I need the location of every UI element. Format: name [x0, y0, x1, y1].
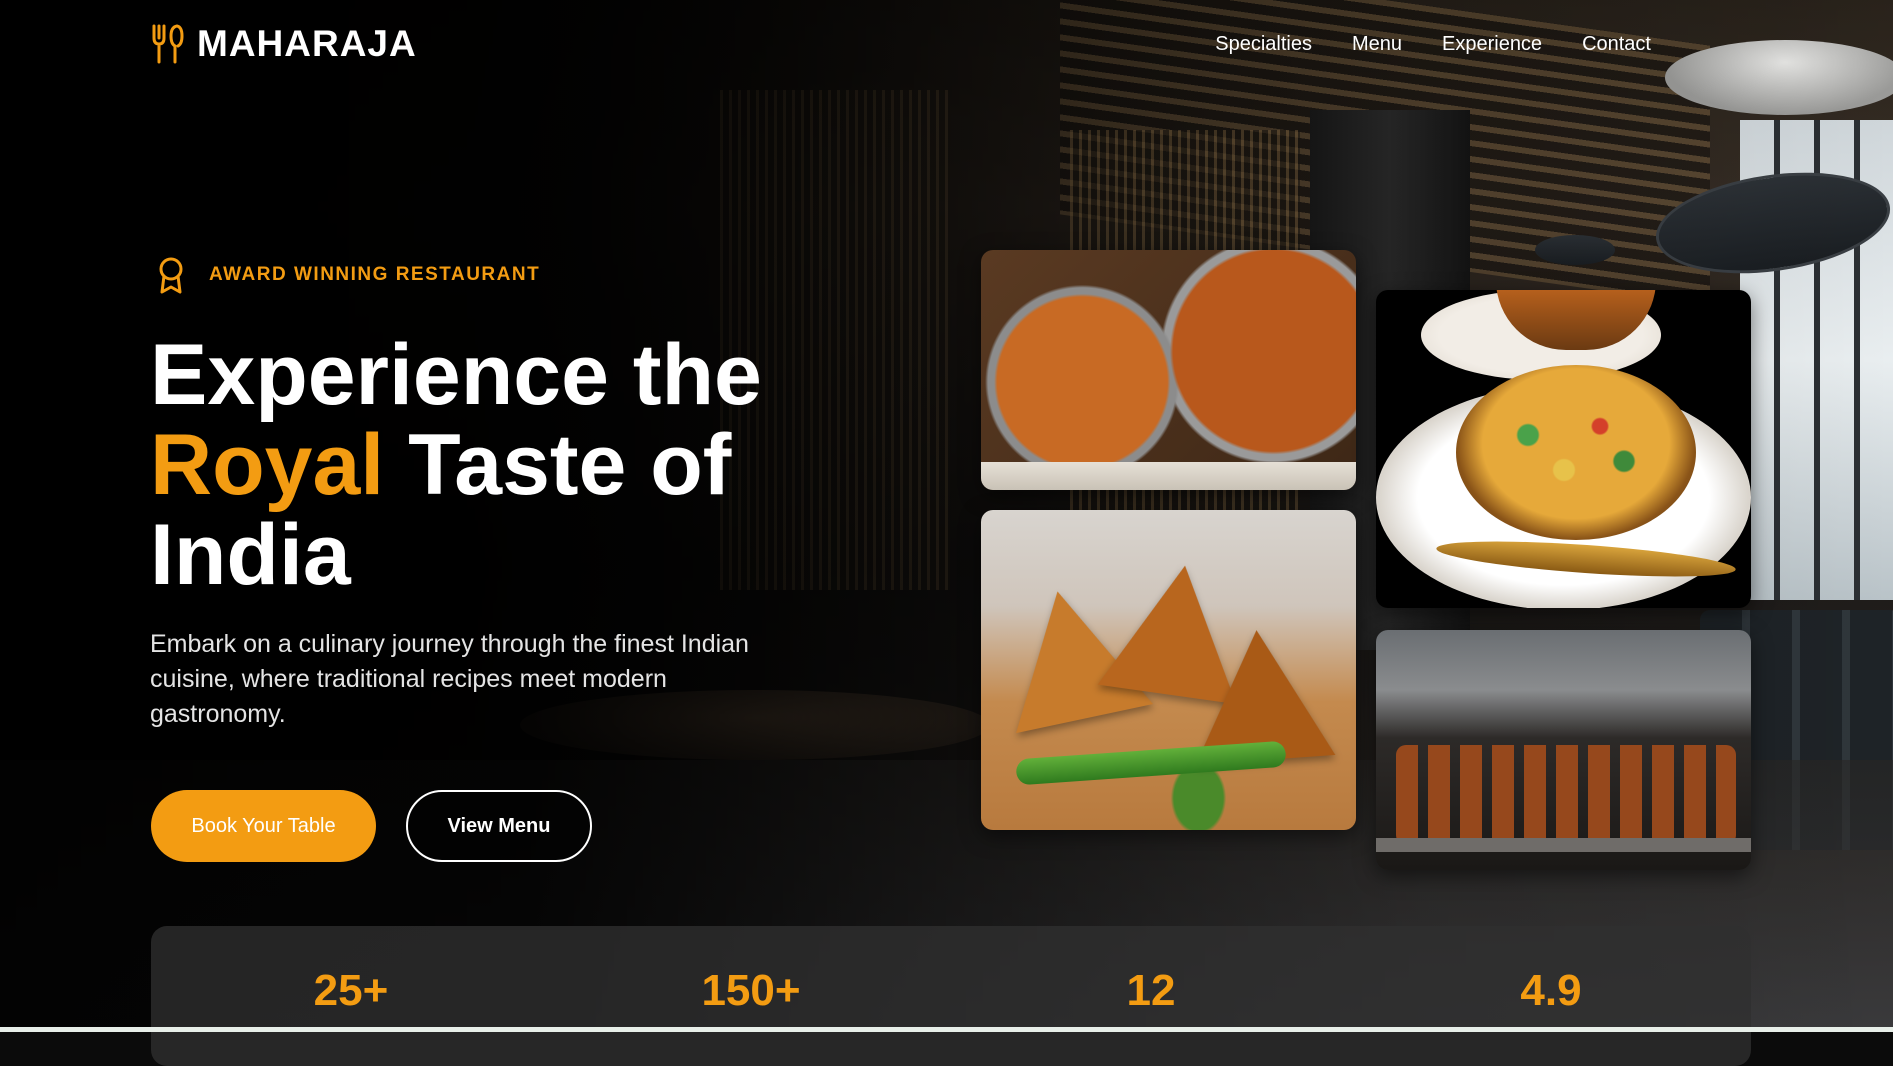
brand-logo[interactable]: MAHARAJA	[151, 23, 417, 65]
headline-line-2: Taste of	[384, 417, 732, 513]
nav-links: Specialties Menu Experience Contact	[1215, 33, 1651, 56]
headline-accent: Royal	[150, 417, 385, 513]
green-chili	[1015, 740, 1287, 786]
biryani-photo	[1376, 290, 1751, 608]
nav-link-experience[interactable]: Experience	[1442, 33, 1542, 56]
kebab-photo	[1376, 630, 1751, 870]
top-navigation: MAHARAJA Specialties Menu Experience Con…	[151, 14, 1751, 74]
grill	[1376, 838, 1751, 852]
stat-value: 25+	[313, 966, 389, 1015]
nav-link-specialties[interactable]: Specialties	[1215, 33, 1312, 56]
stat-value: 12	[1126, 966, 1176, 1015]
headline-line-3: India	[150, 507, 351, 603]
stat-item: 12	[1051, 926, 1251, 1016]
curry-photo	[981, 250, 1356, 490]
brand-name: MAHARAJA	[197, 23, 417, 64]
headline-line-1: Experience the	[150, 327, 762, 423]
kebab-skewers	[1396, 745, 1736, 845]
stat-item: 25+	[251, 926, 451, 1016]
stat-value: 4.9	[1520, 966, 1582, 1015]
page-bottom-edge	[0, 1027, 1893, 1032]
stat-item: 4.9	[1451, 926, 1651, 1016]
biryani-bowl	[1456, 365, 1696, 540]
hero-subtext: Embark on a culinary journey through the…	[150, 630, 749, 728]
stat-value: 150+	[701, 966, 801, 1015]
view-menu-button[interactable]: View Menu	[406, 790, 592, 862]
award-icon	[159, 257, 183, 294]
award-badge-text: AWARD WINNING RESTAURANT	[209, 264, 541, 285]
stats-bar: 25+ 150+ 12 4.9	[151, 926, 1751, 1066]
stat-item: 150+	[651, 926, 851, 1016]
nav-link-contact[interactable]: Contact	[1582, 33, 1651, 56]
fork-knife-icon	[152, 24, 184, 64]
award-badge: AWARD WINNING RESTAURANT	[155, 255, 540, 295]
samosa-photo	[981, 510, 1356, 830]
book-table-button[interactable]: Book Your Table	[151, 790, 376, 862]
nav-link-menu[interactable]: Menu	[1352, 33, 1402, 56]
hero-headline: Experience the Royal Taste of India	[150, 330, 950, 600]
